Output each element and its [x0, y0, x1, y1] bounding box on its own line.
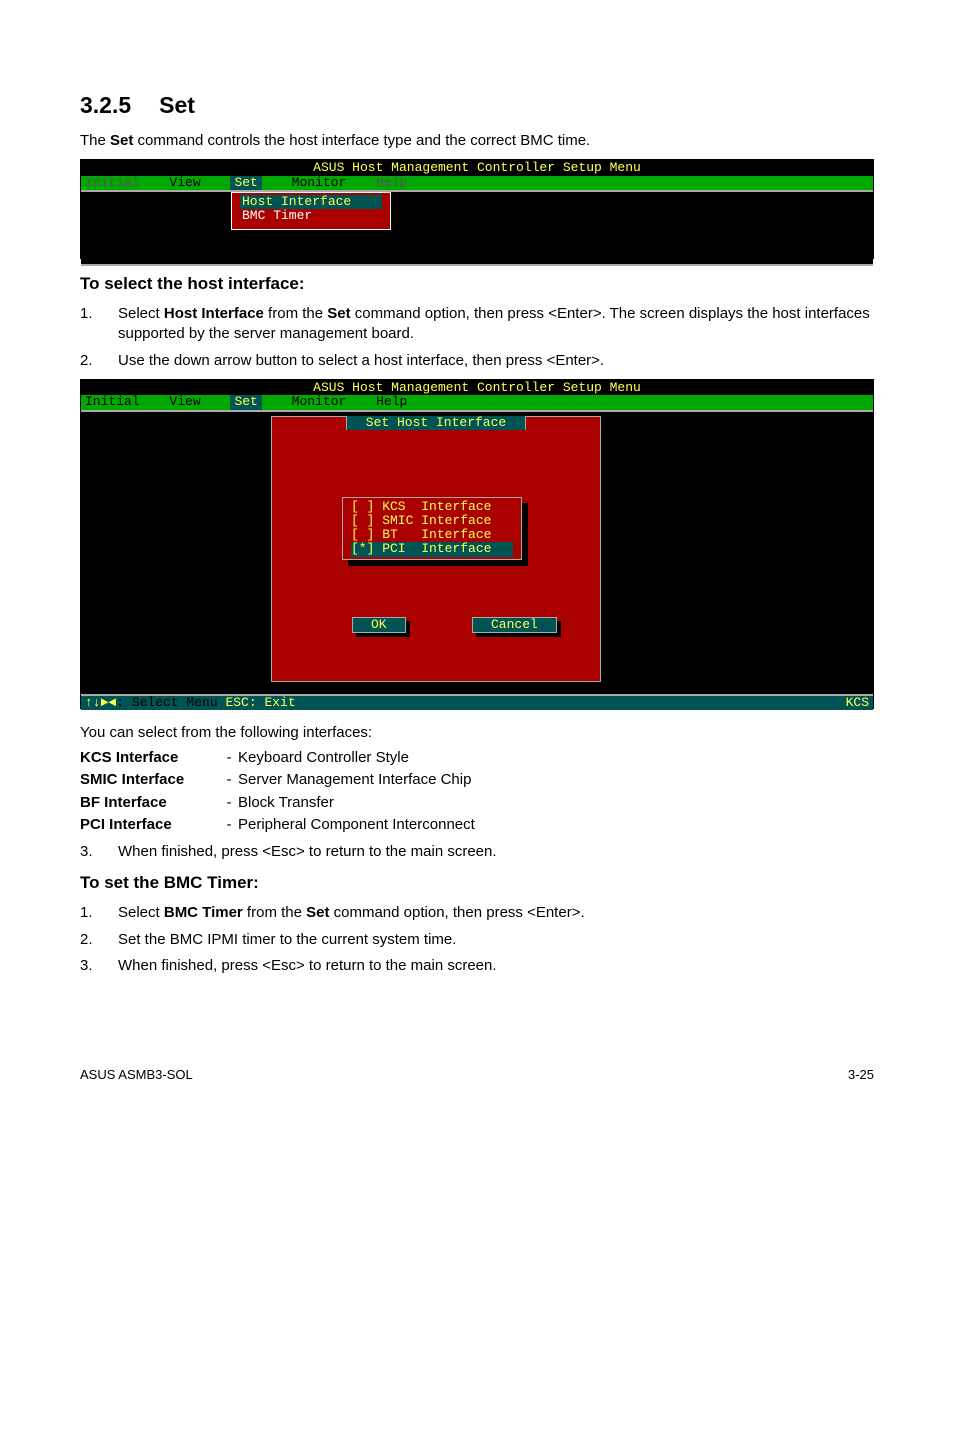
step-number: 1. [80, 304, 118, 345]
status-select-menu: : Select Menu [116, 695, 217, 710]
def-val: Peripheral Component Interconnect [238, 814, 475, 836]
def-val: Server Management Interface Chip [238, 769, 475, 791]
menu-initial: Initial [85, 176, 140, 190]
dos-titlebar: ASUS Host Management Controller Setup Me… [81, 380, 873, 395]
step-text: Set the BMC IPMI timer to the current sy… [118, 930, 874, 950]
dos-statusbar: ↑↓►◄: Select Menu ESC: Exit KCS [81, 696, 873, 710]
step-number: 2. [80, 351, 118, 371]
menu-view: View [169, 395, 200, 409]
menu-set: Set [230, 176, 261, 190]
def-key: KCS Interface [80, 747, 220, 769]
table-row: BF Interface - Block Transfer [80, 792, 475, 814]
def-dash: - [220, 814, 238, 836]
interface-definitions-table: KCS Interface - Keyboard Controller Styl… [80, 747, 475, 836]
def-dash: - [220, 792, 238, 814]
menu-help: Help [376, 395, 407, 409]
def-dash: - [220, 747, 238, 769]
menu-monitor: Monitor [292, 176, 347, 190]
status-arrows: ↑↓►◄ [85, 695, 116, 710]
footer-right: 3-25 [848, 1066, 874, 1084]
section-number: 3.2.5 [80, 90, 131, 121]
dos-menubar: Initial View Set Monitor Help [81, 176, 873, 190]
steps-set-bmc-timer: 1. Select BMC Timer from the Set command… [80, 903, 874, 976]
lead-pre: The [80, 132, 110, 149]
section-title: Set [159, 92, 195, 118]
step-number: 1. [80, 903, 118, 923]
subhead-set-bmc-timer: To set the BMC Timer: [80, 872, 874, 895]
interface-option: [ ] SMIC Interface [351, 514, 513, 528]
interface-option-selected: [*] PCI Interface [351, 542, 513, 556]
dos-menubar: Initial View Set Monitor Help [81, 395, 873, 409]
def-key: SMIC Interface [80, 769, 220, 791]
step-text: When finished, press <Esc> to return to … [118, 956, 874, 976]
cancel-button: Cancel [472, 617, 557, 633]
menu-view: View [169, 176, 200, 190]
dos-titlebar: ASUS Host Management Controller Setup Me… [81, 160, 873, 175]
set-dropdown: Host Interface BMC Timer [231, 192, 391, 231]
def-val: Keyboard Controller Style [238, 747, 475, 769]
menu-initial: Initial [85, 395, 140, 409]
footer-left: ASUS ASMB3-SOL [80, 1066, 193, 1084]
dialog-set-host-interface: Set Host Interface [ ] KCS Interface [ ]… [271, 416, 601, 682]
menu-help: Help [376, 176, 407, 190]
table-row: SMIC Interface - Server Management Inter… [80, 769, 475, 791]
dropdown-bmc-timer: BMC Timer [240, 209, 382, 223]
table-row: KCS Interface - Keyboard Controller Styl… [80, 747, 475, 769]
def-key: PCI Interface [80, 814, 220, 836]
step-text: Select BMC Timer from the Set command op… [118, 903, 874, 923]
interface-option-list: [ ] KCS Interface [ ] SMIC Interface [ ]… [342, 497, 522, 560]
step-number: 2. [80, 930, 118, 950]
dropdown-host-interface: Host Interface [240, 195, 382, 209]
interfaces-intro: You can select from the following interf… [80, 723, 874, 743]
table-row: PCI Interface - Peripheral Component Int… [80, 814, 475, 836]
status-right: KCS [846, 696, 869, 710]
menu-monitor: Monitor [292, 395, 347, 409]
ok-button: OK [352, 617, 406, 633]
screenshot-set-dropdown: ASUS Host Management Controller Setup Me… [80, 159, 874, 259]
lead-bold: Set [110, 132, 133, 149]
step-text: When finished, press <Esc> to return to … [118, 842, 874, 862]
lead-post: command controls the host interface type… [133, 132, 590, 149]
page-footer: ASUS ASMB3-SOL 3-25 [80, 1066, 874, 1084]
def-dash: - [220, 769, 238, 791]
step-number: 3. [80, 842, 118, 862]
step-text: Use the down arrow button to select a ho… [118, 351, 874, 371]
subhead-select-host-interface: To select the host interface: [80, 273, 874, 296]
screenshot-set-host-interface-dialog: ASUS Host Management Controller Setup Me… [80, 379, 874, 709]
dialog-title: Set Host Interface [346, 416, 526, 430]
status-esc-exit: ESC: Exit [218, 695, 296, 710]
def-key: BF Interface [80, 792, 220, 814]
menu-set: Set [230, 395, 261, 409]
interface-option: [ ] KCS Interface [351, 500, 513, 514]
lead-paragraph: The Set command controls the host interf… [80, 131, 874, 151]
step-text: Select Host Interface from the Set comma… [118, 304, 874, 345]
def-val: Block Transfer [238, 792, 475, 814]
steps-select-host-interface: 1. Select Host Interface from the Set co… [80, 304, 874, 371]
section-heading: 3.2.5 Set [80, 90, 874, 121]
interface-option: [ ] BT Interface [351, 528, 513, 542]
step-number: 3. [80, 956, 118, 976]
steps-finish-1: 3. When finished, press <Esc> to return … [80, 842, 874, 862]
